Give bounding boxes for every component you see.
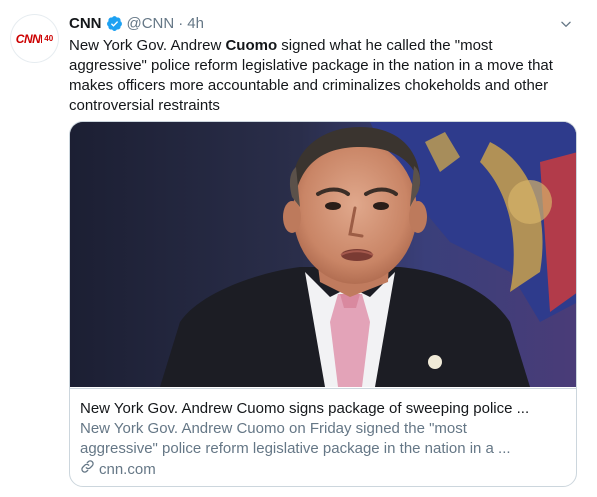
- verified-badge-icon: [106, 15, 123, 32]
- avatar-logo-badge: 40: [41, 34, 53, 43]
- cnn-logo: CNN 40: [16, 32, 53, 46]
- card-body: New York Gov. Andrew Cuomo signs package…: [70, 388, 576, 486]
- card-domain-text: cnn.com: [99, 460, 156, 478]
- link-preview-card[interactable]: New York Gov. Andrew Cuomo signs package…: [69, 121, 577, 487]
- card-description-line: aggressive" police reform legislative pa…: [80, 440, 511, 457]
- card-title: New York Gov. Andrew Cuomo signs package…: [80, 400, 530, 417]
- tweet[interactable]: CNN 40 CNN @CNN · 4h New York Gov. Andre…: [0, 0, 597, 497]
- card-domain: cnn.com: [80, 459, 566, 480]
- separator: ·: [178, 14, 184, 32]
- link-icon: [80, 459, 95, 480]
- author-handle[interactable]: @CNN: [127, 15, 175, 32]
- cuomo-photo: [70, 122, 576, 387]
- avatar-logo-text: CNN: [15, 31, 41, 46]
- card-description: New York Gov. Andrew Cuomo on Friday sig…: [80, 419, 566, 459]
- author-name[interactable]: CNN: [69, 15, 102, 32]
- tweet-text: New York Gov. Andrew Cuomo signed what h…: [69, 36, 574, 116]
- avatar[interactable]: CNN 40: [10, 14, 59, 63]
- tweet-timestamp[interactable]: 4h: [187, 15, 204, 32]
- chevron-down-icon[interactable]: [557, 15, 575, 33]
- card-image: [70, 122, 576, 387]
- card-description-line: New York Gov. Andrew Cuomo on Friday sig…: [80, 420, 467, 437]
- tweet-header: CNN @CNN · 4h: [69, 12, 577, 34]
- tweet-text-part: New York Gov. Andrew: [69, 37, 226, 54]
- tweet-text-highlight: Cuomo: [225, 37, 278, 54]
